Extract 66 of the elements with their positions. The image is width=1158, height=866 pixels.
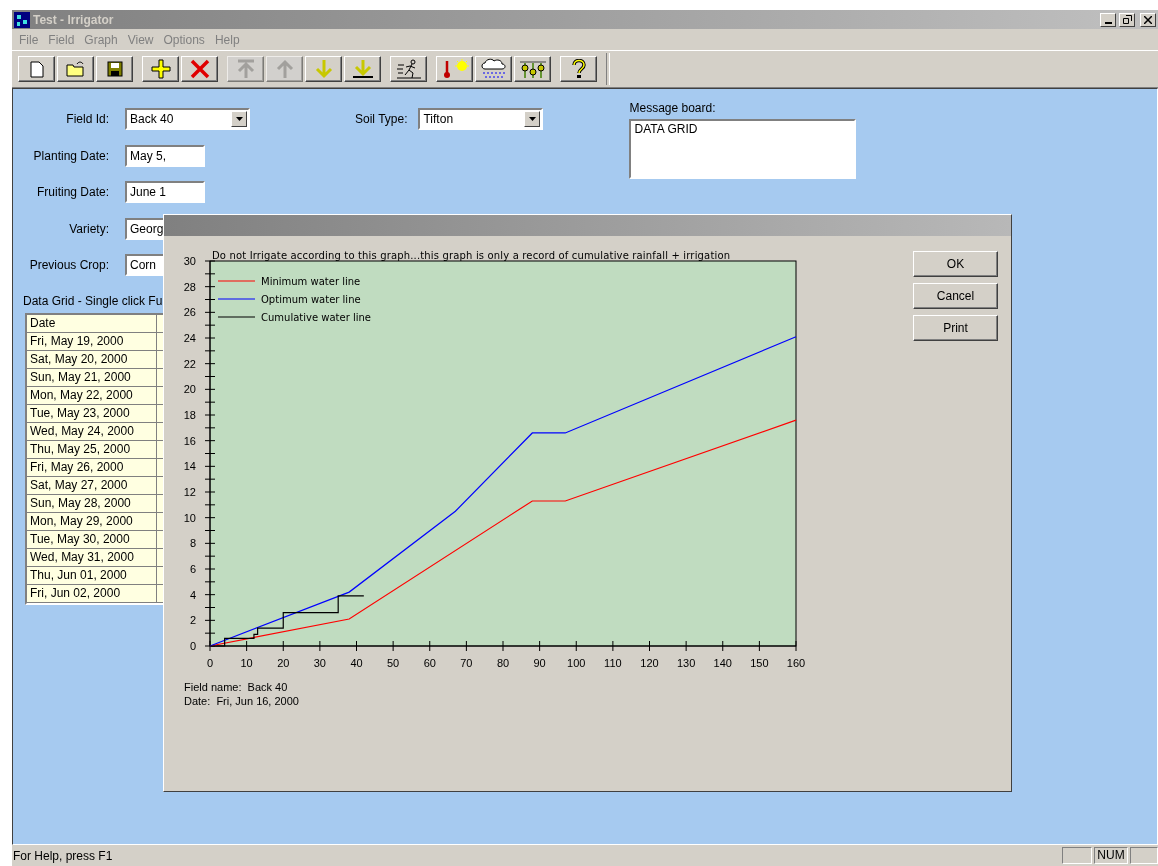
legend-label: Cumulative water line [261, 312, 371, 323]
status-indicator: NUM [1094, 847, 1128, 864]
table-cell: Thu, May 25, 2000 [27, 441, 157, 459]
x-tick-label: 0 [206, 657, 214, 669]
table-cell: Sun, May 21, 2000 [27, 369, 157, 387]
legend-label: Optimum water line [261, 294, 361, 305]
status-message: For Help, press F1 [12, 848, 114, 863]
chart-title: Do not Irrigate according to this graph...this graph is only a record of cumulative rainfall + irrigation [212, 250, 730, 261]
message-board: DATA GRID [629, 119, 857, 179]
field-label: Soil Type: [355, 112, 408, 126]
table-cell: Sat, May 27, 2000 [27, 477, 157, 495]
y-tick-label: 16 [183, 434, 196, 447]
field-label: Fruiting Date: [35, 185, 109, 199]
x-tick-label: 20 [277, 657, 290, 669]
table-cell: Thu, Jun 01, 2000 [27, 567, 157, 585]
y-tick-label: 18 [183, 409, 196, 421]
x-tick-label: 140 [713, 657, 732, 669]
field-label: Variety: [68, 221, 109, 236]
table-cell: Wed, May 31, 2000 [27, 549, 157, 567]
table-cell: Fri, May 26, 2000 [27, 459, 157, 477]
x-tick-label: 30 [313, 657, 326, 669]
x-tick-label: 120 [640, 657, 659, 669]
y-tick-label: 0 [189, 640, 196, 652]
y-tick-label: 28 [183, 280, 196, 293]
y-tick-label: 14 [183, 460, 196, 473]
x-tick-label: 60 [423, 657, 436, 669]
x-tick-label: 10 [240, 657, 253, 669]
field-label: Previous Crop: [28, 258, 109, 272]
x-tick-label: 70 [460, 657, 473, 669]
table-cell: Tue, May 23, 2000 [27, 405, 157, 423]
table-cell: Sun, May 28, 2000 [27, 495, 157, 513]
y-tick-label: 6 [189, 563, 196, 575]
table-cell: Sat, May 20, 2000 [27, 351, 157, 369]
y-tick-label: 4 [189, 588, 196, 601]
x-tick-label: 100 [567, 657, 586, 669]
y-tick-label: 30 [183, 255, 196, 267]
chart-info: Field name: Back 40 [184, 680, 289, 694]
y-tick-label: 24 [183, 332, 196, 344]
x-tick-label: 110 [604, 657, 622, 669]
y-tick-label: 12 [183, 486, 196, 498]
grid-label: Data Grid - Single click Fu [23, 294, 163, 308]
y-tick-label: 22 [183, 357, 196, 370]
legend-label: Minimum water line [261, 276, 361, 287]
table-cell: Wed, May 24, 2000 [27, 423, 157, 441]
x-tick-label: 80 [496, 657, 510, 669]
y-tick-label: 20 [183, 383, 196, 396]
x-tick-label: 50 [387, 657, 400, 669]
x-tick-label: 130 [676, 657, 696, 669]
table-cell: Mon, May 22, 2000 [27, 387, 157, 405]
table-cell: Fri, May 19, 2000 [27, 333, 157, 351]
field-label: Message board: [629, 101, 717, 115]
field-label: Planting Date: [32, 148, 109, 163]
x-tick-label: 150 [750, 657, 769, 669]
table-cell: Fri, Jun 02, 2000 [27, 585, 157, 603]
x-tick-label: 160 [786, 657, 806, 669]
x-tick-label: 40 [350, 657, 363, 669]
y-tick-label: 2 [189, 614, 196, 627]
y-tick-label: 8 [189, 537, 196, 550]
x-tick-label: 90 [533, 657, 546, 669]
table-cell: Tue, May 30, 2000 [27, 531, 157, 549]
field-label: Field Id: [65, 112, 109, 126]
y-tick-label: 26 [183, 306, 196, 319]
window-title: Test - Irrigator [33, 12, 115, 27]
y-tick-label: 10 [183, 511, 196, 524]
table-cell: Mon, May 29, 2000 [27, 513, 157, 531]
chart-info: Date: Fri, Jun 16, 2000 [184, 694, 300, 708]
